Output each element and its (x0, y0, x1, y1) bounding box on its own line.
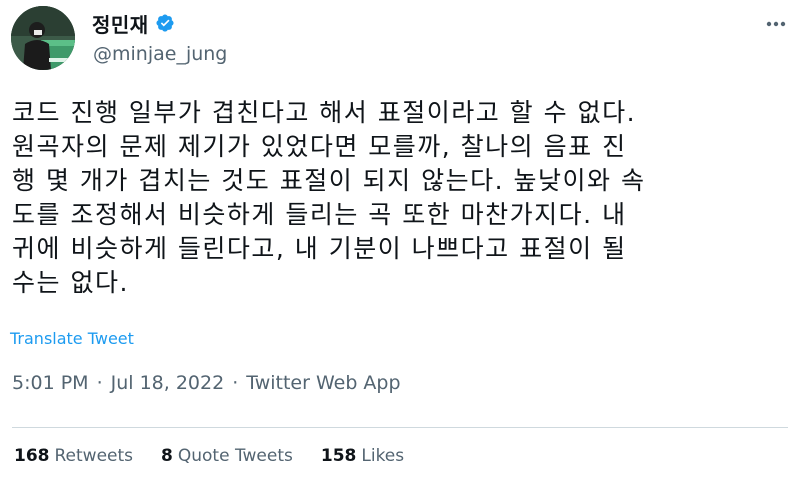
avatar[interactable] (11, 6, 75, 70)
tweet-stats: 168 Retweets 8 Quote Tweets 158 Likes (14, 446, 404, 466)
tweet-date[interactable]: Jul 18, 2022 (111, 372, 225, 394)
tweet-text: 코드 진행 일부가 겹친다고 해서 표절이라고 할 수 없다. 원곡자의 문제 … (12, 98, 646, 297)
likes-label: Likes (361, 446, 405, 466)
quote-tweets-count: 8 (161, 446, 173, 466)
tweet-card: 정민재 @minjae_jung 코드 진행 일부가 겹친다고 해서 표절이라고… (0, 0, 800, 487)
author-display-name[interactable]: 정민재 (92, 9, 149, 38)
quote-tweets-label: Quote Tweets (177, 446, 293, 466)
retweets-stat[interactable]: 168 Retweets (14, 446, 133, 466)
quote-tweets-stat[interactable]: 8 Quote Tweets (161, 446, 293, 466)
divider (12, 427, 788, 428)
verified-badge-icon (155, 13, 175, 33)
retweets-label: Retweets (54, 446, 134, 466)
profile-photo-icon (11, 6, 75, 70)
tweet-source[interactable]: Twitter Web App (246, 372, 400, 394)
translate-tweet-link[interactable]: Translate Tweet (10, 329, 134, 348)
likes-count: 158 (320, 446, 357, 466)
retweets-count: 168 (14, 446, 50, 466)
more-options-icon[interactable] (762, 10, 790, 38)
tweet-time[interactable]: 5:01 PM (12, 372, 89, 394)
meta-separator: · (232, 372, 239, 394)
author-name-row: 정민재 (92, 9, 175, 38)
author-handle[interactable]: @minjae_jung (93, 43, 227, 65)
likes-stat[interactable]: 158 Likes (321, 446, 404, 466)
meta-separator: · (96, 372, 103, 394)
tweet-meta: 5:01 PM · Jul 18, 2022 · Twitter Web App (12, 372, 401, 394)
